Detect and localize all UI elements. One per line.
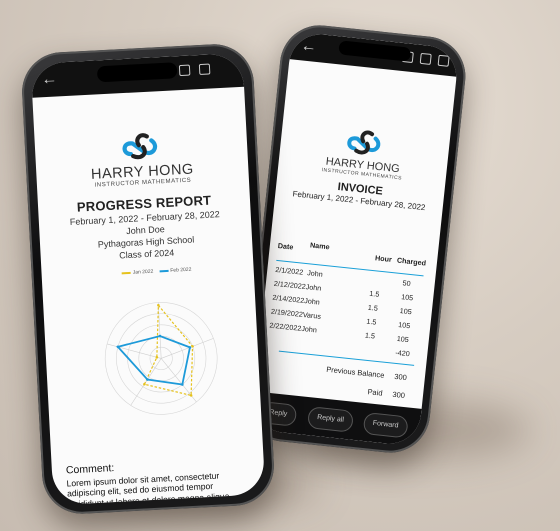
mail-icon[interactable] (198, 63, 211, 76)
cell-date: 2/14/2022 (271, 292, 305, 306)
legend-label: Jan 2022 (132, 268, 154, 276)
summary-row: Previous Balance 300 (320, 364, 407, 382)
cell-hour: 1.5 (364, 330, 376, 341)
cell-date: 2/22/2022 (269, 320, 302, 333)
series-polygon-0 (143, 303, 194, 397)
cell-charged: -420 (394, 347, 411, 359)
col-charged-header: Charged (396, 255, 427, 268)
cell-name: Varus (302, 309, 322, 321)
invoice-document: HARRY HONG INSTRUCTOR MATHEMATICS INVOIC… (269, 57, 457, 436)
cell-charged: 105 (399, 306, 413, 317)
invoice-header-row: Date Name Hour Charged (277, 240, 430, 271)
legend-item: Jan 2022 (121, 268, 154, 277)
cell-name: John (306, 268, 324, 279)
summary-value: 300 (391, 389, 406, 401)
series-polygon-1 (116, 335, 191, 386)
col-hour-header: Hour (374, 253, 393, 264)
cell-charged: 105 (396, 333, 410, 345)
cell-name: John (303, 296, 321, 307)
radar-plot (104, 302, 218, 415)
delete-icon[interactable] (419, 52, 432, 65)
col-date-header: Date (277, 241, 294, 252)
progress-report-document: HARRY HONG INSTRUCTOR MATHEMATICS PROGRE… (32, 87, 262, 445)
comment-label: Comment: (65, 462, 115, 477)
mail-icon[interactable] (437, 54, 450, 67)
cell-hour: 1.5 (367, 302, 379, 313)
legend-swatch (121, 271, 131, 275)
axis-spoke (161, 338, 214, 359)
right-phone: ← HARRY HONG INSTRUCTOR MATHEMATICS INVO… (240, 21, 470, 457)
back-arrow-icon[interactable]: ← (41, 70, 58, 89)
cell-date: 2/12/2022 (273, 278, 307, 292)
cell-charged: 105 (400, 292, 414, 303)
cell-charged: 50 (402, 278, 412, 289)
legend-label: Feb 2022 (170, 266, 192, 274)
radar-chart: Jan 2022 Feb 2022 (42, 263, 266, 445)
reply-all-button[interactable]: Reply all (306, 406, 354, 433)
cell-date: 2/1/2022 (274, 264, 304, 277)
forward-button[interactable]: Forward (362, 411, 409, 439)
series-point (155, 355, 159, 359)
left-phone: ← HARRY HONG INSTRUCTOR MATHEMATICS PROG… (20, 42, 276, 516)
cell-name: John (305, 282, 322, 293)
cell-hour: 1.5 (366, 316, 377, 327)
summary-label: Previous Balance (325, 364, 385, 380)
summary-row: Paid 300 (318, 382, 405, 400)
right-phone-screen: ← HARRY HONG INSTRUCTOR MATHEMATICS INVO… (250, 31, 460, 447)
cell-hour: 1.5 (368, 288, 380, 299)
invoice-table: Date Name Hour Charged (277, 240, 430, 271)
harry-hong-logo-icon (122, 133, 158, 160)
axis-spoke (107, 343, 162, 359)
summary-value: 300 (393, 371, 408, 383)
cell-date: 2/19/2022 (270, 306, 304, 319)
axis-spoke (157, 302, 162, 359)
legend-item: Feb 2022 (159, 266, 192, 275)
cell-name: John (300, 323, 318, 335)
harry-hong-logo-icon (347, 130, 381, 155)
cell-charged: 105 (397, 320, 411, 331)
back-arrow-icon[interactable]: ← (300, 37, 318, 57)
summary-label: Paid (367, 387, 383, 398)
left-phone-screen: ← HARRY HONG INSTRUCTOR MATHEMATICS PROG… (30, 52, 266, 506)
invoice-rows: 2/1/2022 John 50 2/12/2022 John 1.5 105 2/14/20… (267, 265, 427, 364)
legend-swatch (159, 269, 169, 273)
col-name-header: Name (309, 240, 331, 252)
delete-icon[interactable] (178, 64, 191, 77)
